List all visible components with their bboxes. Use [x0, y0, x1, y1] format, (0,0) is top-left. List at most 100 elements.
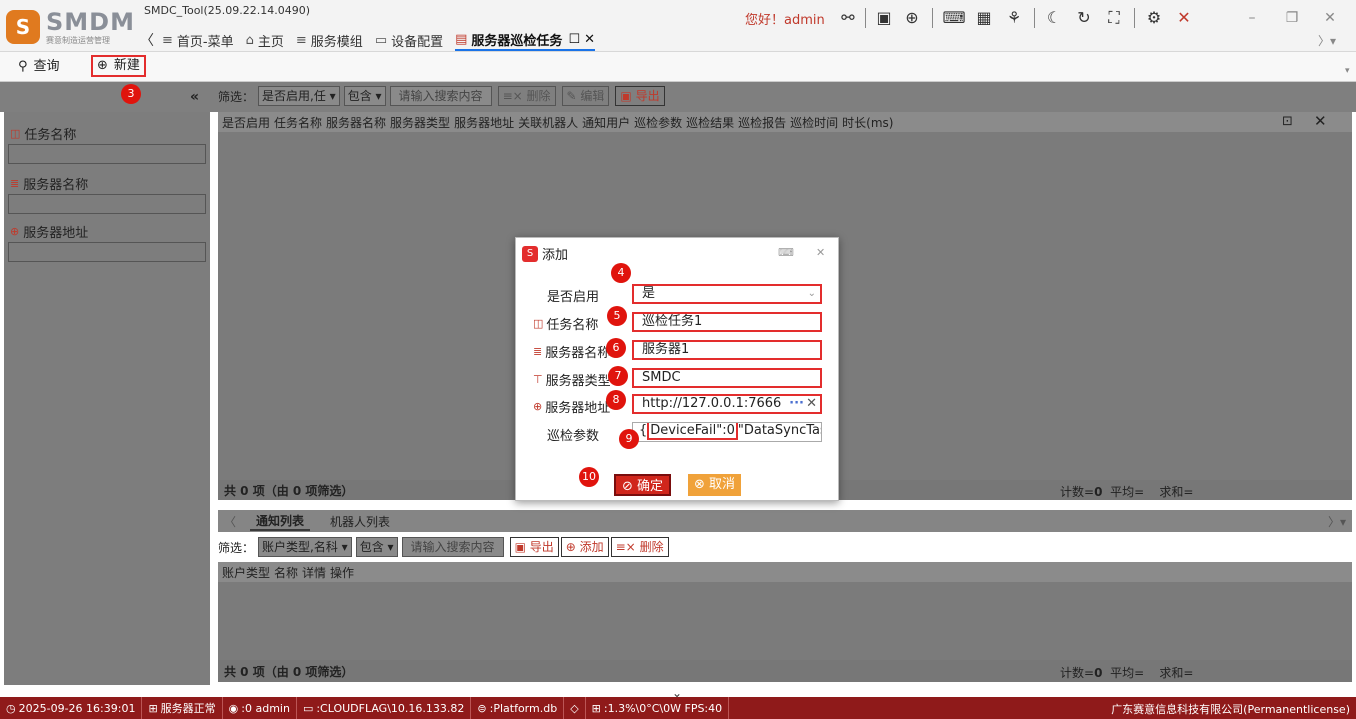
breadcrumb-item-menu[interactable]: ≡ 首页-菜单: [162, 31, 234, 50]
breadcrumb-item-service-module[interactable]: ≡ 服务模组: [296, 31, 363, 50]
grid-close-icon[interactable]: ✕: [1314, 112, 1327, 130]
dialog-close-icon[interactable]: ✕: [816, 246, 825, 259]
grid-header: 是否启用 任务名称 服务器名称 服务器类型 服务器地址 关联机器人 通知用户 巡…: [218, 112, 1352, 132]
terminal-icon[interactable]: ▣: [872, 6, 896, 30]
tab-scroll-left-icon[interactable]: 〈: [224, 513, 236, 530]
refresh-icon[interactable]: ↻: [1072, 6, 1096, 30]
tab-maximize-icon[interactable]: ☐: [568, 32, 580, 47]
column-header[interactable]: 关联机器人: [518, 114, 578, 131]
filter-field-select[interactable]: 是否启用,任 ▾: [258, 86, 340, 106]
clear-icon[interactable]: ✕: [806, 396, 817, 412]
add-dialog: S 添加 ⌨ ✕ 是否启用 是 ⌄ ◫ 任务名称 巡检任务1 ≣ 服务器名称 服务器…: [515, 237, 839, 501]
field-label-enabled: 是否启用: [547, 290, 600, 305]
column-header[interactable]: 账户类型: [222, 564, 270, 581]
dialog-app-icon: S: [522, 245, 538, 262]
title-bar: S SMDM 赛意制造运营管理 SMDC_Tool(25.09.22.14.04…: [0, 0, 1356, 52]
column-header[interactable]: 通知用户: [582, 114, 630, 131]
filter-input-task-name[interactable]: [8, 144, 206, 164]
edit-button[interactable]: ✎ 编辑: [561, 86, 610, 106]
params-input[interactable]: {DeviceFail":0"DataSyncTaskF: [632, 422, 822, 442]
overlay-strip: [0, 82, 1356, 112]
enabled-select[interactable]: 是 ⌄: [632, 284, 822, 304]
query-button[interactable]: ⚲ 查询: [14, 56, 64, 78]
server-type-input[interactable]: SMDC: [632, 368, 822, 388]
status-server: ⊞ 服务器正常: [142, 697, 223, 719]
fullscreen-icon[interactable]: ⛶: [1102, 6, 1126, 30]
column-header[interactable]: 服务器类型: [390, 114, 450, 131]
tools-icon[interactable]: ✕: [1172, 6, 1196, 30]
step-marker-6: 6: [606, 338, 626, 358]
column-header[interactable]: 名称: [274, 564, 298, 581]
breadcrumb-item-device-config[interactable]: ▭ 设备配置: [375, 31, 443, 50]
search-input[interactable]: 请输入搜索内容: [389, 86, 492, 106]
server-name-input[interactable]: 服务器1: [632, 340, 822, 360]
breadcrumb-item-home[interactable]: ⌂ 主页: [246, 31, 284, 50]
minimize-icon[interactable]: –: [1240, 8, 1264, 28]
breadcrumb: 〈 ≡ 首页-菜单 ⌂ 主页 ≡ 服务模组 ▭ 设备配置 ▤ 服务器巡检任务 ☐ ✕: [140, 30, 607, 51]
export-button[interactable]: ▣ 导出: [615, 86, 665, 106]
grid-total: 共 0 项（由 0 项筛选）: [224, 483, 354, 498]
app-title: SMDC_Tool(25.09.22.14.0490): [144, 4, 311, 17]
search-icon: ⚲: [18, 59, 28, 74]
tabs-overflow-icon[interactable]: 〉▾: [1318, 32, 1336, 49]
status-user: ◉:0 admin: [223, 697, 297, 719]
logo-subtitle: 赛意制造运营管理: [46, 36, 110, 45]
filter-label: 筛选：: [218, 540, 255, 555]
new-button[interactable]: ⊕ 新建: [91, 55, 146, 77]
filter-mode-select[interactable]: 包含 ▾: [355, 537, 398, 557]
filter-input-server-name[interactable]: [8, 194, 206, 214]
cpu-icon: ⊞: [591, 701, 601, 715]
settings-icon[interactable]: ⚙: [1142, 6, 1166, 30]
field-label-params: 巡检参数: [547, 429, 600, 444]
tab-close-icon[interactable]: ✕: [584, 32, 595, 47]
column-header[interactable]: 巡检时间: [790, 114, 838, 131]
screenshot-icon[interactable]: ⊡: [1282, 114, 1293, 129]
column-header[interactable]: 服务器名称: [326, 114, 386, 131]
column-header[interactable]: 操作: [330, 564, 354, 581]
server-address-input[interactable]: http://127.0.0.1:7666 ··· ✕: [632, 394, 822, 414]
network-icon[interactable]: ⚘: [1002, 6, 1026, 30]
calculator-icon[interactable]: ▦: [972, 6, 996, 30]
keyboard-icon[interactable]: ⌨: [942, 6, 966, 30]
delete-button[interactable]: ≡× 删除: [497, 86, 556, 106]
column-header[interactable]: 服务器地址: [454, 114, 514, 131]
breadcrumb-back-icon[interactable]: 〈: [140, 30, 154, 50]
tab-notify-list[interactable]: 通知列表: [250, 512, 311, 531]
column-header[interactable]: 详情: [302, 564, 326, 581]
column-header[interactable]: 巡检参数: [634, 114, 682, 131]
theme-icon[interactable]: ☾: [1042, 6, 1066, 30]
filter-mode-select[interactable]: 包含 ▾: [343, 86, 386, 106]
column-header[interactable]: 巡检报告: [738, 114, 786, 131]
filter-input-server-address[interactable]: [8, 242, 206, 262]
column-header[interactable]: 巡检结果: [686, 114, 734, 131]
server-status-icon: ⊞: [148, 701, 158, 715]
step-marker-10: 10: [579, 467, 599, 487]
dialog-keyboard-icon[interactable]: ⌨: [778, 246, 794, 259]
collapse-panel-icon[interactable]: «: [190, 89, 199, 105]
cancel-button[interactable]: ⊗ 取消: [688, 474, 742, 496]
toolbar-dropdown-icon[interactable]: ▾: [1345, 66, 1350, 76]
column-header[interactable]: 是否启用: [222, 114, 270, 131]
status-perf: ⊞:1.3%\0°C\0W FPS:40: [586, 697, 730, 719]
tab-scroll-right-icon[interactable]: 〉▾: [1328, 513, 1346, 530]
delete-button[interactable]: ≡× 删除: [610, 537, 669, 557]
search-input[interactable]: 请输入搜索内容: [401, 537, 504, 557]
task-name-input[interactable]: 巡检任务1: [632, 312, 822, 332]
globe-icon[interactable]: ⊕: [900, 6, 924, 30]
column-header[interactable]: 任务名称: [274, 114, 322, 131]
window-close-icon[interactable]: ✕: [1318, 8, 1342, 28]
step-marker-9: 9: [619, 429, 639, 449]
export-button[interactable]: ▣ 导出: [509, 537, 559, 557]
add-circle-icon: ⊕: [97, 58, 108, 73]
more-icon[interactable]: ···: [789, 396, 804, 412]
restore-icon[interactable]: ❐: [1280, 8, 1304, 28]
tab-server-inspection[interactable]: ▤ 服务器巡检任务 ☐ ✕: [455, 30, 595, 51]
field-label-server-address: ⊕ 服务器地址: [533, 400, 611, 416]
confirm-button[interactable]: ⊘ 确定: [614, 474, 672, 496]
status-datetime: ◷ 2025-09-26 16:39:01: [0, 697, 143, 719]
column-header[interactable]: 时长(ms): [842, 114, 893, 131]
tab-robot-list[interactable]: 机器人列表: [324, 513, 396, 530]
filter-field-select[interactable]: 账户类型,名科 ▾: [258, 537, 352, 557]
add-button[interactable]: ⊕ 添加: [560, 537, 609, 557]
user-switch-icon[interactable]: ⚯: [836, 6, 860, 30]
